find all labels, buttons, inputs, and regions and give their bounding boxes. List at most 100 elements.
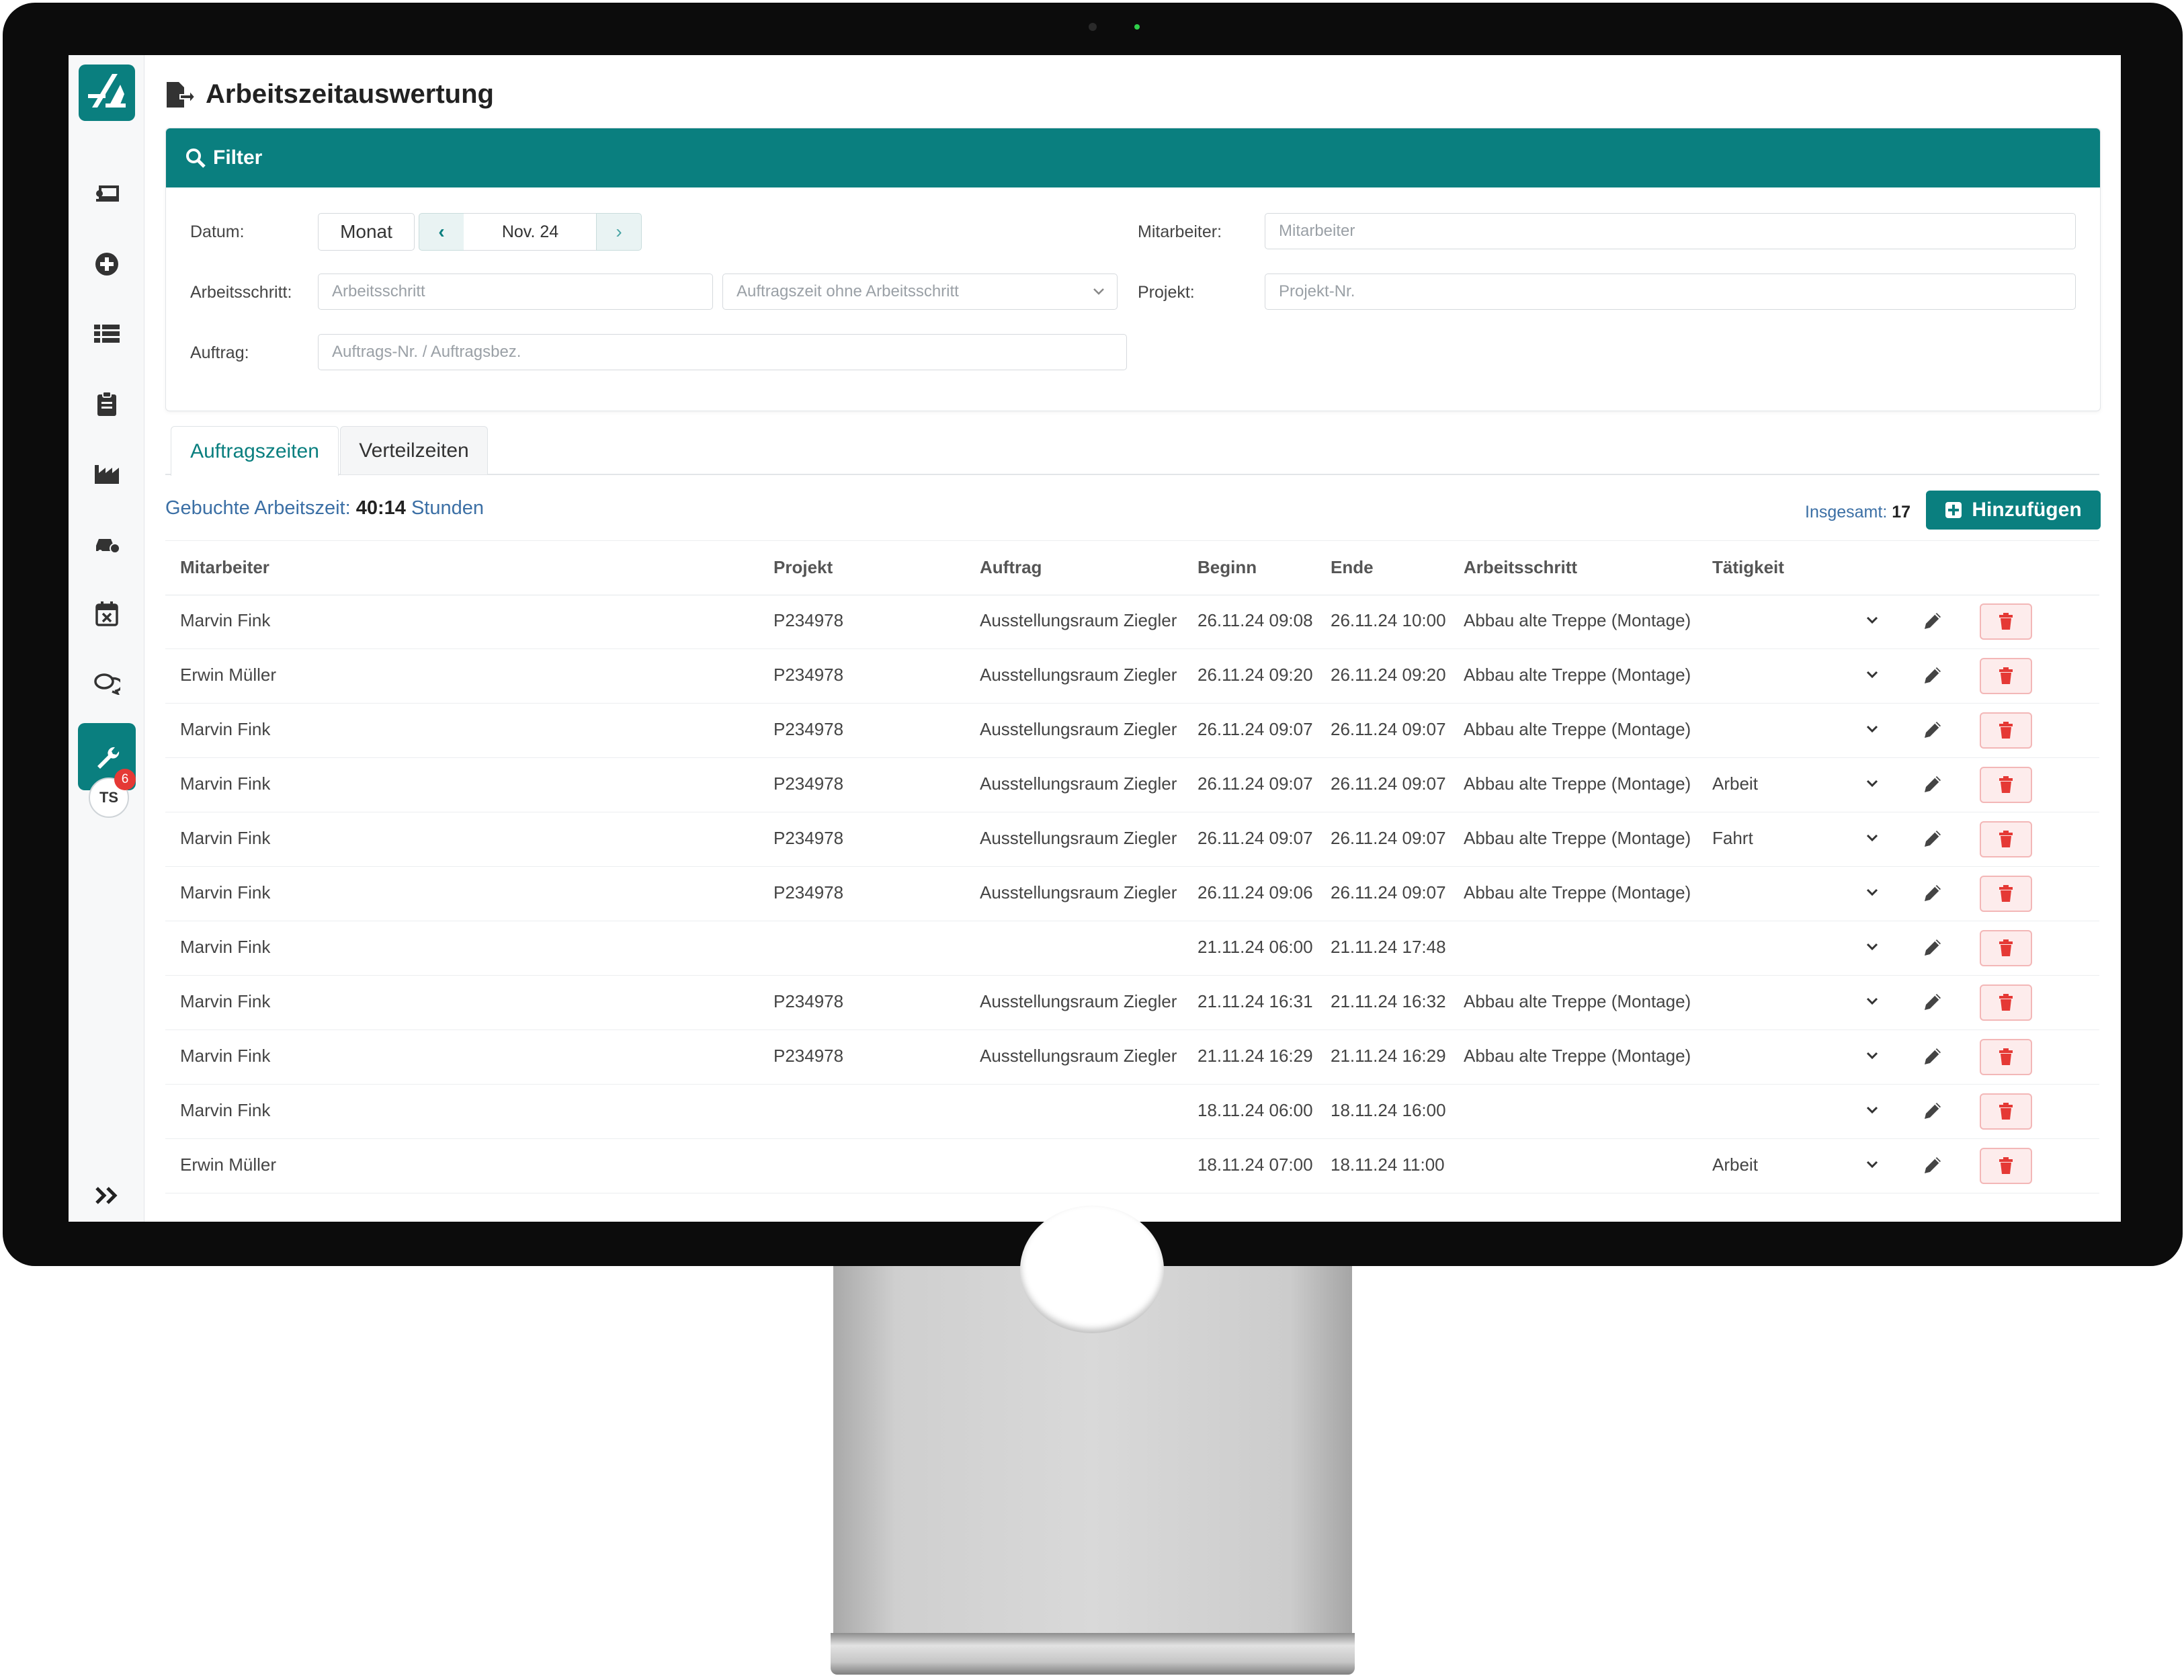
filter-panel: Filter Datum: Monat ‹ Nov. 24 › Mitarbei… [165, 128, 2101, 411]
column-arbeitsschritt[interactable]: Arbeitsschritt [1464, 557, 1577, 578]
sidebar-item-factory[interactable] [78, 445, 136, 503]
expand-row-button[interactable] [1865, 1044, 1879, 1070]
trash-icon [1999, 722, 2013, 739]
delete-row-button[interactable] [1980, 1148, 2032, 1184]
pencil-icon [1925, 776, 1941, 792]
edit-row-button[interactable] [1922, 935, 1942, 962]
arbeitsschritt-input[interactable]: Arbeitsschritt [318, 274, 713, 310]
sidebar-item-calendar[interactable] [78, 585, 136, 642]
edit-row-button[interactable] [1922, 990, 1942, 1016]
chat-icon [94, 673, 120, 695]
cell-ende: 26.11.24 09:07 [1331, 828, 1446, 848]
auftrag-input[interactable]: Auftrags-Nr. / Auftragsbez. [318, 334, 1127, 370]
cell-auftrag: Ausstellungsraum Ziegler [980, 719, 1177, 739]
delete-row-button[interactable] [1980, 1093, 2032, 1130]
pencil-icon [1925, 885, 1941, 901]
tab-verteilzeiten[interactable]: Verteilzeiten [340, 426, 488, 474]
booked-time-unit: Stunden [411, 497, 484, 519]
add-button[interactable]: Hinzufügen [1926, 491, 2101, 530]
filter-header[interactable]: Filter [166, 128, 2100, 187]
edit-row-button[interactable] [1922, 609, 1942, 635]
cell-mitarbeiter: Erwin Müller [180, 665, 277, 685]
camera-icon [1089, 23, 1097, 31]
cell-arbeitsschritt: Abbau alte Treppe (Montage) [1464, 610, 1691, 630]
next-month-button[interactable]: › [596, 213, 642, 251]
cell-mitarbeiter: Marvin Fink [180, 882, 271, 902]
edit-row-button[interactable] [1922, 718, 1942, 744]
table-row[interactable]: Marvin Fink 21.11.24 06:00 21.11.24 17:48 [165, 921, 2099, 976]
delete-row-button[interactable] [1980, 603, 2032, 640]
delete-row-button[interactable] [1980, 767, 2032, 803]
sidebar-item-clipboard[interactable] [78, 375, 136, 433]
delete-row-button[interactable] [1980, 658, 2032, 694]
expand-row-button[interactable] [1865, 881, 1879, 907]
period-select-button[interactable]: Monat [318, 213, 415, 251]
table-row[interactable]: Marvin Fink P234978 Ausstellungsraum Ziegl… [165, 866, 2099, 921]
arbeitsschritt-label: Arbeitsschritt: [190, 283, 292, 302]
expand-row-button[interactable] [1865, 663, 1879, 689]
table-row[interactable]: Erwin Müller 18.11.24 07:00 18.11.24 11:00… [165, 1138, 2099, 1193]
sidebar-item-chat[interactable] [78, 655, 136, 712]
expand-row-button[interactable] [1865, 1153, 1879, 1179]
table-row[interactable]: Marvin Fink P234978 Ausstellungsraum Ziegl… [165, 757, 2099, 812]
edit-row-button[interactable] [1922, 881, 1942, 907]
main-content: Arbeitszeitauswertung Filter Datum: Mona… [144, 55, 2121, 1222]
edit-row-button[interactable] [1922, 663, 1942, 689]
column-ende[interactable]: Ende [1331, 557, 1374, 578]
sidebar-expand-button[interactable] [78, 1167, 136, 1222]
delete-row-button[interactable] [1980, 1039, 2032, 1075]
expand-row-button[interactable] [1865, 1099, 1879, 1125]
table-row[interactable]: Marvin Fink P234978 Ausstellungsraum Ziegl… [165, 1030, 2099, 1085]
tab-auftragszeiten[interactable]: Auftragszeiten [171, 426, 339, 476]
delete-row-button[interactable] [1980, 712, 2032, 749]
edit-row-button[interactable] [1922, 1099, 1942, 1125]
mitarbeiter-input[interactable]: Mitarbeiter [1265, 213, 2076, 249]
cell-auftrag: Ausstellungsraum Ziegler [980, 828, 1177, 848]
cell-projekt: P234978 [773, 1046, 844, 1066]
projekt-input[interactable]: Projekt-Nr. [1265, 274, 2076, 310]
edit-row-button[interactable] [1922, 827, 1942, 853]
pencil-icon [1925, 994, 1941, 1010]
expand-row-button[interactable] [1865, 609, 1879, 635]
sidebar-item-list[interactable] [78, 305, 136, 363]
clipboard-icon [97, 391, 116, 416]
table-row[interactable]: Marvin Fink P234978 Ausstellungsraum Ziegl… [165, 975, 2099, 1030]
expand-row-button[interactable] [1865, 718, 1879, 744]
arbeitsschritt-select[interactable]: Auftragszeit ohne Arbeitsschritt [722, 274, 1118, 310]
column-mitarbeiter[interactable]: Mitarbeiter [180, 557, 269, 578]
edit-row-button[interactable] [1922, 772, 1942, 798]
expand-row-button[interactable] [1865, 990, 1879, 1016]
chevron-down-icon [1866, 725, 1878, 733]
column-beginn[interactable]: Beginn [1198, 557, 1257, 578]
cell-auftrag: Ausstellungsraum Ziegler [980, 773, 1177, 794]
column-taetigkeit[interactable]: Tätigkeit [1712, 557, 1784, 578]
cell-beginn: 26.11.24 09:20 [1198, 665, 1313, 685]
sidebar-item-timetracking[interactable] [78, 165, 136, 223]
delete-row-button[interactable] [1980, 876, 2032, 912]
cell-beginn: 26.11.24 09:06 [1198, 882, 1313, 902]
cell-arbeitsschritt: Abbau alte Treppe (Montage) [1464, 773, 1691, 794]
table-row[interactable]: Marvin Fink P234978 Ausstellungsraum Ziegl… [165, 594, 2099, 649]
edit-row-button[interactable] [1922, 1153, 1942, 1179]
column-auftrag[interactable]: Auftrag [980, 557, 1042, 578]
table-row[interactable]: Marvin Fink P234978 Ausstellungsraum Ziegl… [165, 703, 2099, 758]
chevron-down-icon [1866, 888, 1878, 896]
table-row[interactable]: Marvin Fink 18.11.24 06:00 18.11.24 16:00 [165, 1084, 2099, 1139]
prev-month-button[interactable]: ‹ [419, 213, 464, 251]
delete-row-button[interactable] [1980, 821, 2032, 857]
app-logo[interactable] [79, 65, 135, 121]
edit-row-button[interactable] [1922, 1044, 1942, 1070]
delete-row-button[interactable] [1980, 930, 2032, 966]
delete-row-button[interactable] [1980, 984, 2032, 1021]
expand-row-button[interactable] [1865, 827, 1879, 853]
monitor-stand [833, 1206, 1352, 1633]
cell-arbeitsschritt: Abbau alte Treppe (Montage) [1464, 719, 1691, 739]
column-projekt[interactable]: Projekt [773, 557, 833, 578]
table-row[interactable]: Marvin Fink P234978 Ausstellungsraum Ziegl… [165, 812, 2099, 867]
sidebar-item-vehicle[interactable] [78, 515, 136, 573]
expand-row-button[interactable] [1865, 935, 1879, 962]
sidebar-item-add[interactable] [78, 235, 136, 293]
expand-row-button[interactable] [1865, 772, 1879, 798]
table-row[interactable]: Erwin Müller P234978 Ausstellungsraum Zieg… [165, 648, 2099, 704]
notification-count: 6 [121, 772, 129, 786]
